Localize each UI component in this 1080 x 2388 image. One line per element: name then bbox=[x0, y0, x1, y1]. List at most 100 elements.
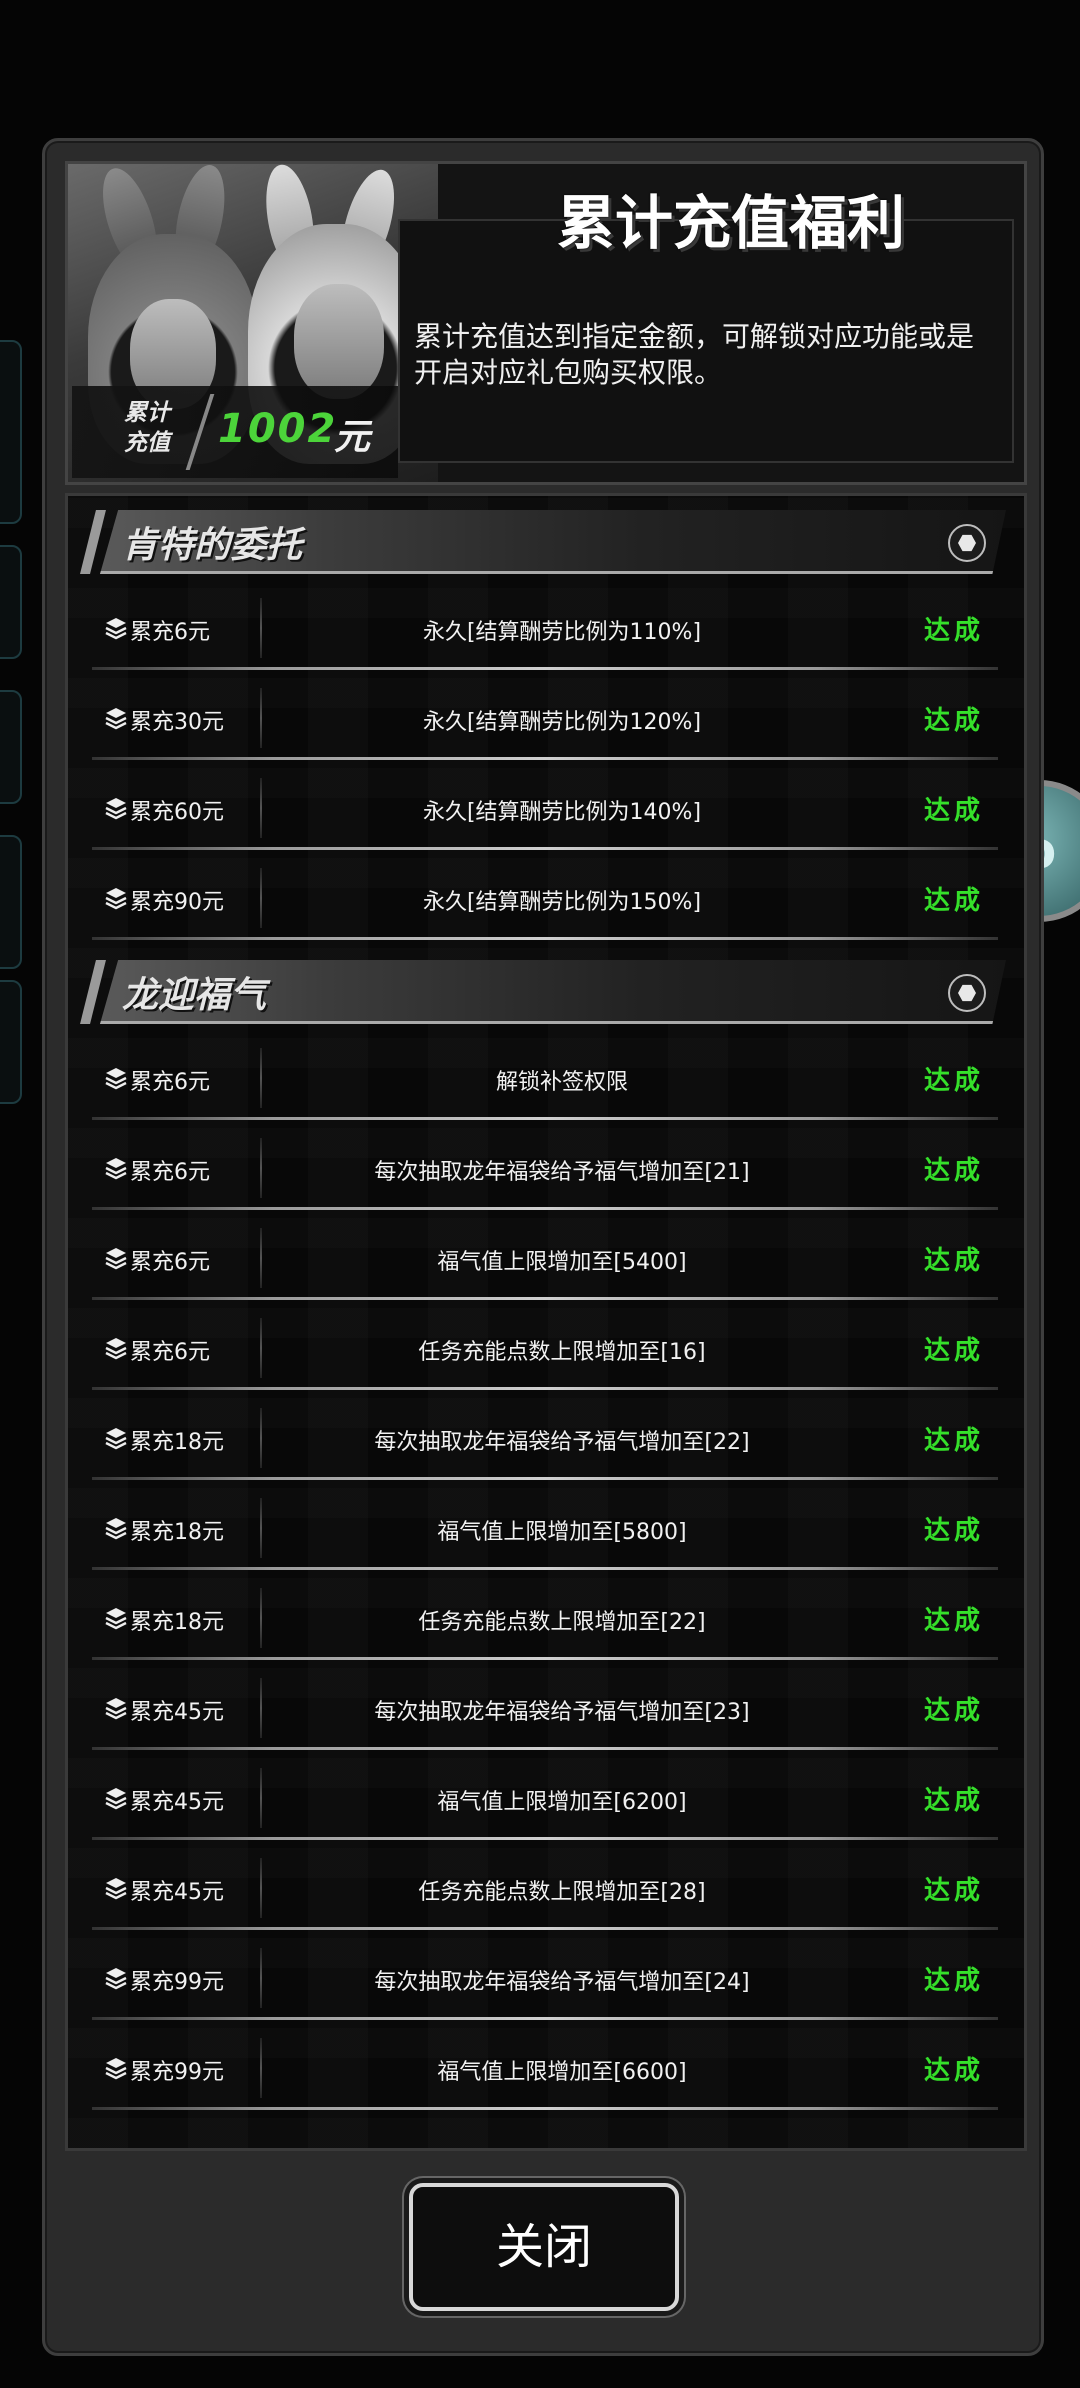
side-menu-button[interactable] bbox=[0, 340, 22, 524]
layers-icon bbox=[105, 1158, 127, 1180]
description-text: 累计充值达到指定金额，可解锁对应功能或是开启对应礼包购买权限。 bbox=[414, 320, 975, 389]
reward-row: 累充18元 福气值上限增加至[5800] 达成 bbox=[92, 1490, 998, 1570]
row-reward: 永久[结算酬劳比例为110%] bbox=[422, 620, 702, 645]
reward-row: 累充45元 福气值上限增加至[6200] 达成 bbox=[92, 1760, 998, 1840]
row-reward: 永久[结算酬劳比例为150%] bbox=[422, 890, 702, 915]
dialog-title: 累计充值福利 bbox=[556, 189, 905, 257]
row-status: 达成 bbox=[923, 1066, 984, 1096]
reward-row: 累充6元 解锁补签权限 达成 bbox=[92, 1040, 998, 1120]
row-status: 达成 bbox=[923, 1246, 984, 1276]
reward-row: 累充45元 任务充能点数上限增加至[28] 达成 bbox=[92, 1850, 998, 1930]
layers-icon bbox=[105, 2058, 127, 2080]
layers-icon bbox=[105, 618, 127, 640]
row-status: 达成 bbox=[923, 1696, 984, 1726]
row-status: 达成 bbox=[923, 1876, 984, 1906]
row-reward: 永久[结算酬劳比例为120%] bbox=[422, 710, 702, 735]
reward-row: 累充6元 每次抽取龙年福袋给予福气增加至[21] 达成 bbox=[92, 1130, 998, 1210]
section-header-kent-commission: 肯特的委托 bbox=[80, 506, 1006, 580]
layers-icon bbox=[105, 1968, 127, 1990]
row-reward: 福气值上限增加至[6600] bbox=[437, 2060, 687, 2085]
total-label-line2: 充值 bbox=[124, 430, 170, 456]
row-reward: 任务充能点数上限增加至[16] bbox=[418, 1340, 706, 1365]
row-amount: 累充6元 bbox=[130, 1160, 210, 1185]
section-edge bbox=[80, 960, 106, 1024]
row-amount: 累充18元 bbox=[130, 1610, 224, 1635]
row-reward: 解锁补签权限 bbox=[495, 1070, 628, 1095]
row-status: 达成 bbox=[923, 886, 984, 916]
row-amount: 累充18元 bbox=[130, 1520, 224, 1545]
layers-icon bbox=[105, 1428, 127, 1450]
side-menu-button[interactable] bbox=[0, 545, 22, 659]
reward-row: 累充18元 任务充能点数上限增加至[22] 达成 bbox=[92, 1580, 998, 1660]
reward-row: 累充6元 任务充能点数上限增加至[16] 达成 bbox=[92, 1310, 998, 1390]
reward-row: 累充30元 永久[结算酬劳比例为120%] 达成 bbox=[92, 680, 998, 760]
layers-icon bbox=[105, 1518, 127, 1540]
hexagon-icon bbox=[948, 974, 986, 1012]
character-portrait: 累计 充值 1002 元 bbox=[68, 164, 438, 482]
section-title: 龙迎福气 bbox=[122, 975, 267, 1016]
reward-row: 累充99元 福气值上限增加至[6600] 达成 bbox=[92, 2030, 998, 2110]
layers-icon bbox=[105, 1788, 127, 1810]
row-status: 达成 bbox=[923, 796, 984, 826]
row-status: 达成 bbox=[923, 1426, 984, 1456]
hexagon-icon bbox=[948, 524, 986, 562]
reward-row: 累充6元 永久[结算酬劳比例为110%] 达成 bbox=[92, 590, 998, 670]
row-status: 达成 bbox=[923, 2056, 984, 2086]
layers-icon bbox=[105, 1068, 127, 1090]
row-amount: 累充45元 bbox=[130, 1790, 224, 1815]
close-button[interactable]: 关闭 bbox=[409, 2183, 679, 2311]
layers-icon bbox=[105, 1338, 127, 1360]
total-recharge-amount: 1002 bbox=[218, 406, 338, 452]
total-recharge-box: 累计 充值 1002 元 bbox=[72, 386, 398, 478]
row-amount: 累充90元 bbox=[130, 890, 224, 915]
recharge-welfare-dialog: 累计 充值 1002 元 累计充值达到指定金额，可解锁对应功能或是开启对应礼包购… bbox=[42, 138, 1044, 2356]
row-reward: 任务充能点数上限增加至[22] bbox=[418, 1610, 706, 1635]
reward-row: 累充90元 永久[结算酬劳比例为150%] 达成 bbox=[92, 860, 998, 940]
face-right bbox=[294, 284, 384, 399]
screen: To 累计 充值 1002 元 bbox=[0, 0, 1080, 2388]
row-reward: 福气值上限增加至[5800] bbox=[437, 1520, 687, 1545]
side-menu-button[interactable] bbox=[0, 835, 22, 969]
total-label-line1: 累计 bbox=[124, 400, 170, 426]
row-status: 达成 bbox=[923, 1156, 984, 1186]
row-amount: 累充18元 bbox=[130, 1430, 224, 1455]
row-status: 达成 bbox=[923, 1336, 984, 1366]
section-header-dragon-fortune: 龙迎福气 bbox=[80, 956, 1006, 1030]
row-status: 达成 bbox=[923, 616, 984, 646]
row-reward: 每次抽取龙年福袋给予福气增加至[24] bbox=[374, 1970, 750, 1995]
row-status: 达成 bbox=[923, 1606, 984, 1636]
row-reward: 每次抽取龙年福袋给予福气增加至[22] bbox=[374, 1430, 750, 1455]
reward-row: 累充45元 每次抽取龙年福袋给予福气增加至[23] 达成 bbox=[92, 1670, 998, 1750]
reward-row: 累充18元 每次抽取龙年福袋给予福气增加至[22] 达成 bbox=[92, 1400, 998, 1480]
row-reward: 任务充能点数上限增加至[28] bbox=[418, 1880, 706, 1905]
row-amount: 累充45元 bbox=[130, 1880, 224, 1905]
total-recharge-label: 累计 充值 bbox=[102, 398, 192, 458]
layers-icon bbox=[105, 708, 127, 730]
side-menu-button[interactable] bbox=[0, 980, 22, 1104]
row-status: 达成 bbox=[923, 1966, 984, 1996]
layers-icon bbox=[105, 1248, 127, 1270]
row-reward: 每次抽取龙年福袋给予福气增加至[21] bbox=[374, 1160, 750, 1185]
row-amount: 累充30元 bbox=[130, 710, 224, 735]
row-amount: 累充60元 bbox=[130, 800, 224, 825]
row-amount: 累充6元 bbox=[130, 1250, 210, 1275]
side-menu-button[interactable] bbox=[0, 690, 22, 804]
layers-icon bbox=[105, 1698, 127, 1720]
reward-row: 累充60元 永久[结算酬劳比例为140%] 达成 bbox=[92, 770, 998, 850]
section-edge bbox=[80, 510, 106, 574]
row-reward: 每次抽取龙年福袋给予福气增加至[23] bbox=[374, 1700, 750, 1725]
reward-row: 累充99元 每次抽取龙年福袋给予福气增加至[24] 达成 bbox=[92, 1940, 998, 2020]
row-reward: 福气值上限增加至[6200] bbox=[437, 1790, 687, 1815]
row-status: 达成 bbox=[923, 1516, 984, 1546]
layers-icon bbox=[105, 1608, 127, 1630]
row-amount: 累充6元 bbox=[130, 1340, 210, 1365]
dialog-header: 累计 充值 1002 元 累计充值达到指定金额，可解锁对应功能或是开启对应礼包购… bbox=[65, 161, 1027, 485]
reward-row: 累充6元 福气值上限增加至[5400] 达成 bbox=[92, 1220, 998, 1300]
row-status: 达成 bbox=[923, 1786, 984, 1816]
layers-icon bbox=[105, 888, 127, 910]
reward-list[interactable]: 肯特的委托 累充6元 永久[结算酬劳比例为110%] 达成 累充30元 永久[结… bbox=[65, 493, 1027, 2151]
row-reward: 永久[结算酬劳比例为140%] bbox=[422, 800, 702, 825]
row-amount: 累充99元 bbox=[130, 2060, 224, 2085]
row-reward: 福气值上限增加至[5400] bbox=[437, 1250, 687, 1275]
row-amount: 累充99元 bbox=[130, 1970, 224, 1995]
